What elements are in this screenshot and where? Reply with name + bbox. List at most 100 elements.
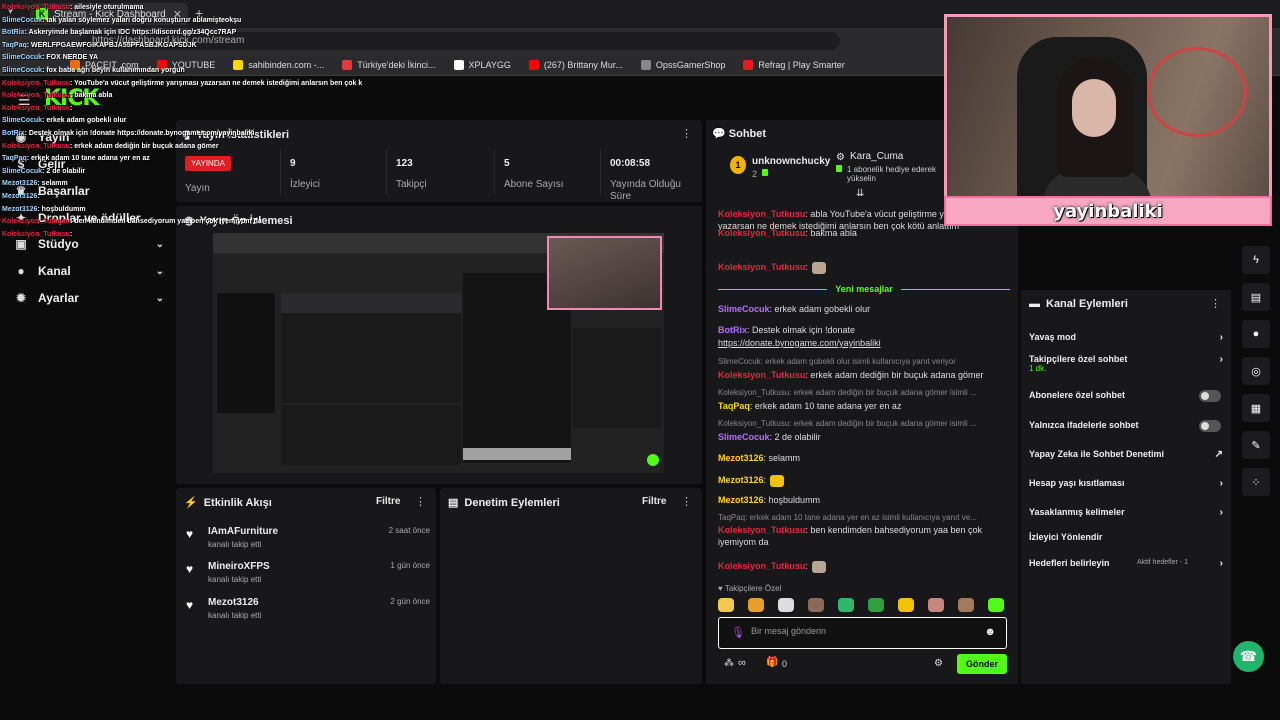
emote[interactable] bbox=[988, 598, 1004, 612]
chevron-right-icon: › bbox=[1219, 478, 1223, 489]
points-icon[interactable]: ⁂ bbox=[724, 658, 734, 669]
bookmark-item[interactable]: OpssGamerShop bbox=[640, 59, 725, 70]
chat-username[interactable]: TaqPaq bbox=[718, 401, 750, 411]
activity-menu-icon[interactable]: ⋮ bbox=[415, 495, 426, 508]
activity-item: ♥ IAmAFurniture kanalı takip etti 2 saat ön… bbox=[186, 526, 430, 554]
send-button[interactable]: Gönder bbox=[957, 654, 1007, 674]
stream-preview-video[interactable] bbox=[213, 233, 664, 473]
pinned-user[interactable]: unknownchucky bbox=[752, 156, 830, 167]
overlay-username: TaqPaq bbox=[2, 41, 27, 49]
preview-live-dot bbox=[647, 454, 659, 466]
channel-action-item[interactable]: Hedefleri belirleyin Aktif hedefler - 1 › bbox=[1029, 558, 1223, 569]
bookmark-item[interactable]: XPLAYGG bbox=[453, 59, 511, 70]
activity-user[interactable]: MineiroXFPS bbox=[208, 561, 270, 572]
moderation-filter-button[interactable]: Filtre bbox=[642, 496, 666, 507]
chat-username[interactable]: Koleksiyon_Tutkusu bbox=[718, 209, 805, 219]
emote[interactable] bbox=[838, 598, 854, 612]
emote[interactable] bbox=[718, 598, 734, 612]
channel-action-item[interactable]: Abonelere özel sohbet bbox=[1029, 390, 1223, 402]
chat-text: : bakma abla bbox=[805, 228, 857, 238]
reply-context: TaqPaq: erkek adam 10 tane adana yer en … bbox=[718, 513, 1008, 522]
chat-username[interactable]: BotRix bbox=[718, 325, 747, 335]
reply-context: Koleksiyon_Tutkusu: erkek adam dediğin b… bbox=[718, 388, 1008, 397]
chat-username[interactable]: Koleksiyon_Tutkusu bbox=[718, 228, 805, 238]
gifter-name[interactable]: Kara_Cuma bbox=[850, 151, 903, 162]
heart-icon: ♥ bbox=[186, 598, 194, 612]
activity-item: ♥ MineiroXFPS kanalı takip etti 1 gün önce bbox=[186, 561, 430, 589]
sidebar-item-6[interactable]: ✹ Ayarlar ⌄ bbox=[14, 291, 164, 305]
emote[interactable] bbox=[868, 598, 884, 612]
chat-text[interactable]: https://donate.bynogame.com/yayinbaliki bbox=[718, 338, 881, 348]
broadcast-icon[interactable]: ◎ bbox=[1242, 357, 1270, 385]
emote[interactable] bbox=[808, 598, 824, 612]
channel-actions-panel: ▬ Kanal Eylemleri ⋮ Yavaş mod › Takipçiler… bbox=[1021, 290, 1231, 684]
chat-message-input[interactable] bbox=[751, 626, 971, 636]
emoji-icon[interactable]: ☻ bbox=[984, 626, 996, 638]
channel-action-item[interactable]: Takipçilere özel sohbet 1 dk. › bbox=[1029, 354, 1223, 373]
chat-text: : selamm bbox=[763, 453, 801, 463]
gift-box-icon[interactable]: 🎁 bbox=[766, 657, 778, 668]
chat-bubble-icon[interactable]: ● bbox=[1242, 320, 1270, 348]
stats-icon[interactable]: ▦ bbox=[1242, 394, 1270, 422]
lightning-icon[interactable]: ϟ bbox=[1242, 246, 1270, 274]
bookmark-item[interactable]: (267) Brittany Mur... bbox=[528, 59, 623, 70]
overlay-username: TaqPaq bbox=[2, 155, 27, 163]
chat-username[interactable]: Koleksiyon_Tutkusu bbox=[718, 561, 805, 571]
plugin-icon[interactable]: ⁘ bbox=[1242, 468, 1270, 496]
emote[interactable] bbox=[958, 598, 974, 612]
chat-username[interactable]: SlimeCocuk bbox=[718, 432, 770, 442]
chat-username[interactable]: Mezot3126 bbox=[718, 475, 764, 485]
chat-username[interactable]: Koleksiyon_Tutkusu bbox=[718, 262, 805, 272]
bookmark-favicon-icon bbox=[453, 59, 464, 70]
overlay-chat-line: TaqPaq: WERLFPGAEWFGIKAPBJA55PFASBJKGAPS… bbox=[2, 40, 362, 53]
chat-text: : 2 de olabilir bbox=[769, 432, 821, 442]
stats-menu-icon[interactable]: ⋮ bbox=[681, 127, 692, 140]
channel-action-item[interactable]: Yavaş mod › bbox=[1029, 332, 1223, 343]
channel-action-item[interactable]: Yalnızca ifadelerle sohbet bbox=[1029, 420, 1223, 432]
help-icon[interactable]: ☎ bbox=[1233, 641, 1264, 672]
toggle-switch[interactable] bbox=[1199, 420, 1221, 432]
chat-username[interactable]: SlimeCocuk bbox=[718, 304, 770, 314]
channel-action-item[interactable]: İzleyici Yönlendir bbox=[1029, 532, 1223, 542]
overlay-chat-line: Mezot3126: selamm bbox=[2, 178, 362, 191]
chevron-right-icon: › bbox=[1219, 507, 1223, 518]
channel-action-item[interactable]: Yasaklanmış kelimeler › bbox=[1029, 507, 1223, 518]
chat-input-box[interactable]: 🎙 ☻ bbox=[718, 617, 1007, 649]
moderation-menu-icon[interactable]: ⋮ bbox=[681, 495, 692, 508]
chat-username[interactable]: Koleksiyon_Tutkusu bbox=[718, 370, 805, 380]
channel-action-item[interactable]: Hesap yaşı kısıtlaması › bbox=[1029, 478, 1223, 489]
sidebar-item-5[interactable]: ● Kanal ⌄ bbox=[14, 264, 164, 278]
overlay-chat-line: Koleksiyon_Tutkusu: bbox=[2, 103, 362, 116]
emote[interactable] bbox=[778, 598, 794, 612]
activity-user[interactable]: IAmAFurniture bbox=[208, 526, 278, 537]
chevron-right-icon: › bbox=[1219, 332, 1223, 343]
emote bbox=[811, 560, 826, 573]
chat-settings-icon[interactable]: ⚙ bbox=[934, 658, 943, 669]
wrench-icon[interactable]: ✎ bbox=[1242, 431, 1270, 459]
chat-text: SlimeCocuk: erkek adam gobekli olur isim… bbox=[718, 357, 956, 366]
chat-username[interactable]: Koleksiyon_Tutkusu bbox=[718, 525, 805, 535]
chat-text: : Destek olmak için !donate bbox=[747, 325, 856, 335]
document-icon[interactable]: ▤ bbox=[1242, 283, 1270, 311]
channel-actions-menu-icon[interactable]: ⋮ bbox=[1210, 297, 1221, 310]
bookmark-item[interactable]: Refrag | Play Smarter bbox=[743, 59, 845, 70]
active-goals-badge: Aktif hedefler - 1 bbox=[1137, 559, 1188, 566]
new-messages-divider: Yeni mesajlar bbox=[718, 284, 1011, 294]
heart-icon: ♥ bbox=[186, 527, 194, 541]
chat-message: https://donate.bynogame.com/yayinbaliki bbox=[718, 337, 1008, 349]
microphone-icon[interactable]: 🎙 bbox=[731, 626, 745, 639]
chat-text: : bbox=[805, 561, 808, 571]
channel-action-item[interactable]: Yapay Zeka ile Sohbet Denetimi ↗ bbox=[1029, 449, 1223, 460]
chat-username[interactable]: Mezot3126 bbox=[718, 453, 764, 463]
toggle-switch[interactable] bbox=[1199, 390, 1221, 402]
activity-user[interactable]: Mezot3126 bbox=[208, 597, 259, 608]
channel-action-label: Yavaş mod bbox=[1029, 332, 1077, 342]
overlay-username: Koleksiyon_Tutkusu bbox=[2, 230, 70, 238]
chat-username[interactable]: Mezot3126 bbox=[718, 495, 764, 505]
channel-action-sub: 1 dk. bbox=[1029, 364, 1047, 373]
emote[interactable] bbox=[748, 598, 764, 612]
emote[interactable] bbox=[898, 598, 914, 612]
emote[interactable] bbox=[928, 598, 944, 612]
activity-filter-button[interactable]: Filtre bbox=[376, 496, 400, 507]
expand-icon[interactable]: ⇊ bbox=[856, 188, 864, 199]
